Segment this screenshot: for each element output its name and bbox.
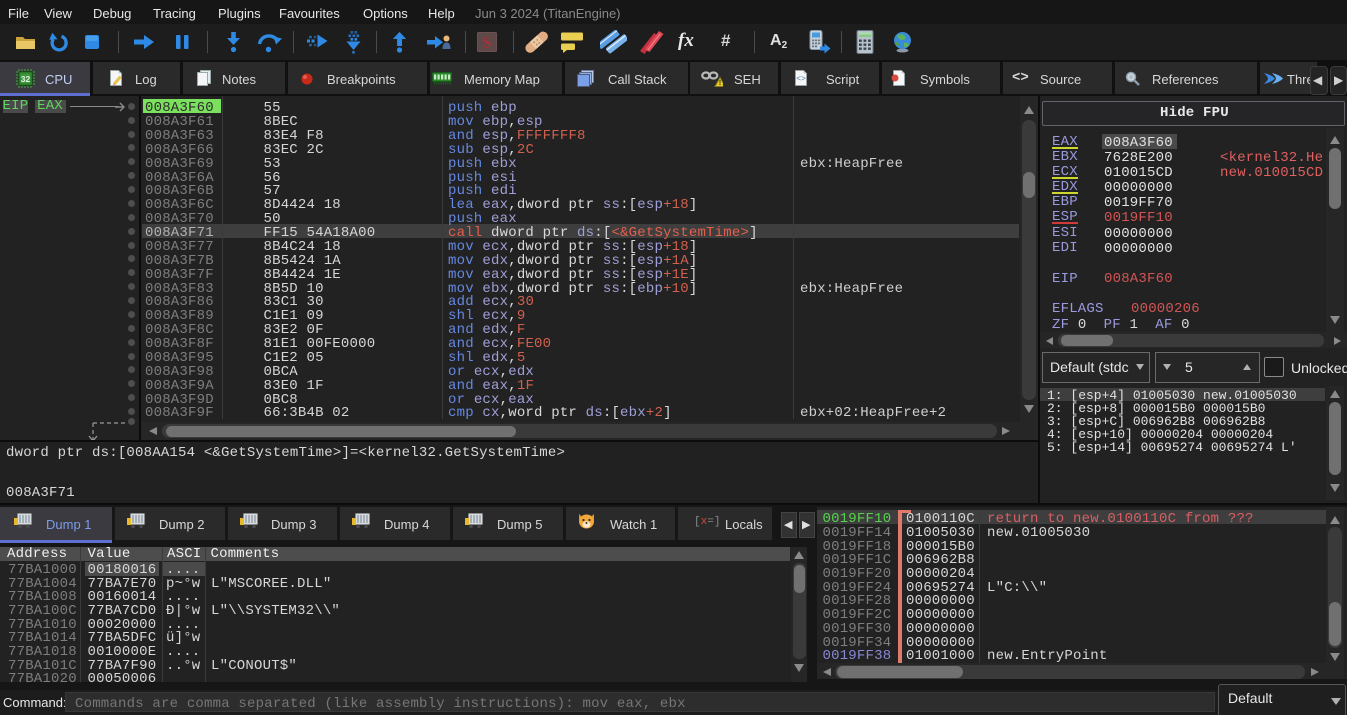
svg-text:<>: <> — [796, 75, 806, 84]
svg-text:32: 32 — [21, 74, 31, 84]
svg-text:S: S — [483, 35, 492, 52]
svg-text:!: ! — [719, 78, 722, 87]
